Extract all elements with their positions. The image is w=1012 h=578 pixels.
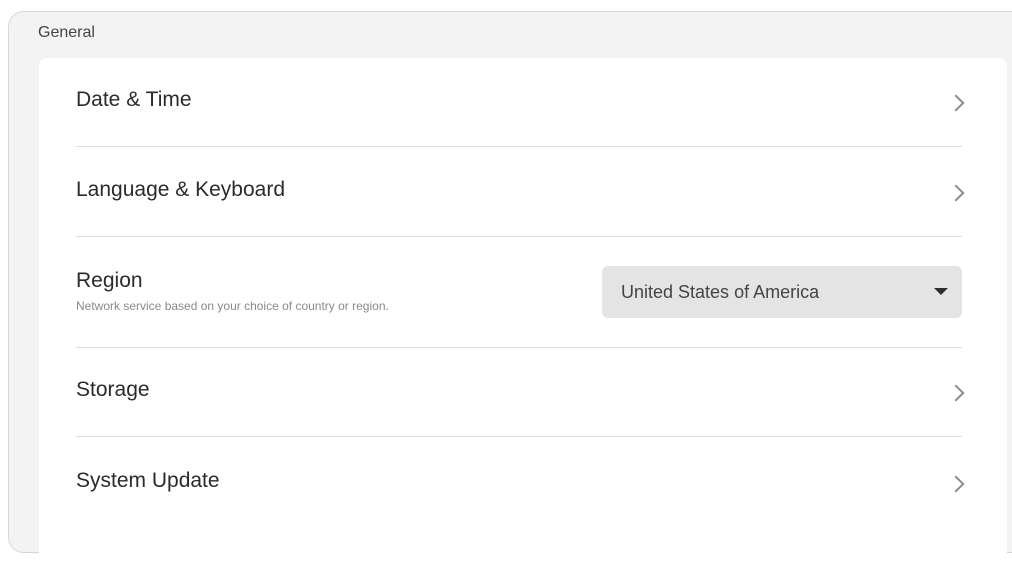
divider	[76, 347, 962, 348]
region-dropdown-value: United States of America	[621, 282, 820, 302]
caret-down-icon	[934, 288, 948, 295]
divider	[76, 436, 962, 437]
date-time-item[interactable]: Date & Time	[76, 88, 965, 118]
section-title: General	[38, 24, 95, 41]
region-dropdown[interactable]: United States of America	[602, 266, 962, 318]
system-update-item[interactable]: System Update	[76, 469, 965, 499]
general-settings-panel: General Date & Time Language & Keyboard …	[8, 11, 1012, 578]
storage-label: Storage	[76, 378, 150, 401]
storage-item[interactable]: Storage	[76, 378, 965, 408]
date-time-label: Date & Time	[76, 88, 192, 111]
language-keyboard-label: Language & Keyboard	[76, 178, 286, 201]
language-keyboard-item[interactable]: Language & Keyboard	[76, 178, 965, 208]
settings-card: Date & Time Language & Keyboard Region N…	[39, 58, 1007, 578]
system-update-label: System Update	[76, 469, 220, 492]
divider	[76, 146, 962, 147]
divider	[76, 236, 962, 237]
